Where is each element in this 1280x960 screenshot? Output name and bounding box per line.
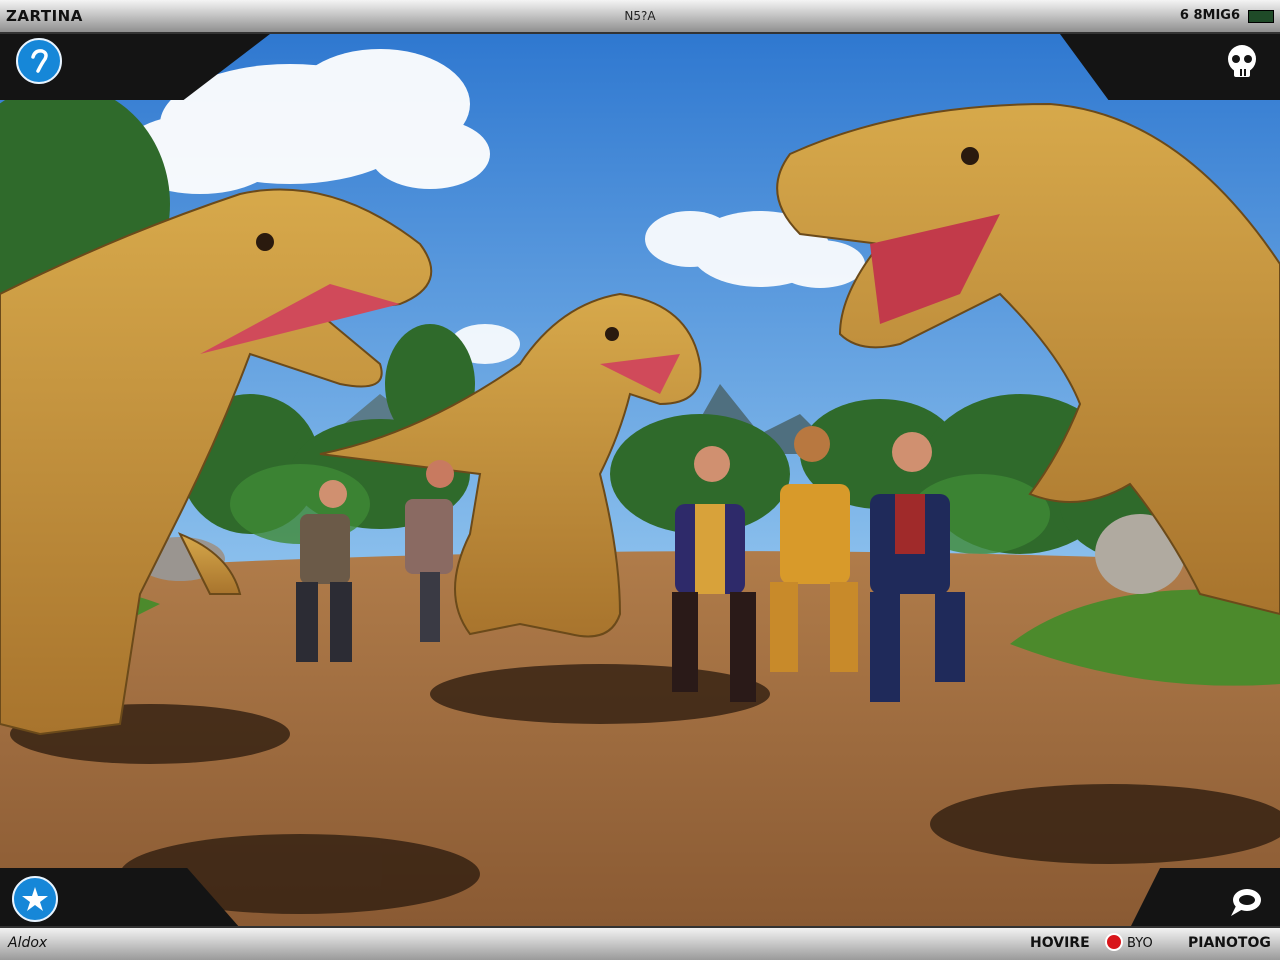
chat-bubble-icon [1231,889,1261,916]
star-icon [22,887,48,911]
scene-art [0,34,1280,926]
record-label: BYO [1127,936,1153,951]
bottom-status-bar: Aldox HOVIRE BYO PIANOTOG [0,926,1280,960]
skull-button[interactable] [1222,42,1262,82]
top-status-bar: ZARTINA N5?A 6 8MIG6 [0,0,1280,34]
game-viewport[interactable] [0,34,1280,926]
record-icon[interactable] [1105,933,1123,951]
chat-button[interactable] [1226,882,1266,922]
star-button[interactable] [12,876,58,922]
photos-button[interactable]: PIANOTOG [1188,935,1271,951]
battery-icon [1248,10,1274,23]
skull-icon [1228,45,1256,77]
help-button[interactable] [16,38,62,84]
center-status: N5?A [624,9,656,23]
home-button[interactable]: HOVIRE [1030,935,1090,951]
resource-counter: 6 8MIG6 [1179,8,1240,23]
player-name: Aldox [8,935,48,951]
help-icon [31,49,48,73]
